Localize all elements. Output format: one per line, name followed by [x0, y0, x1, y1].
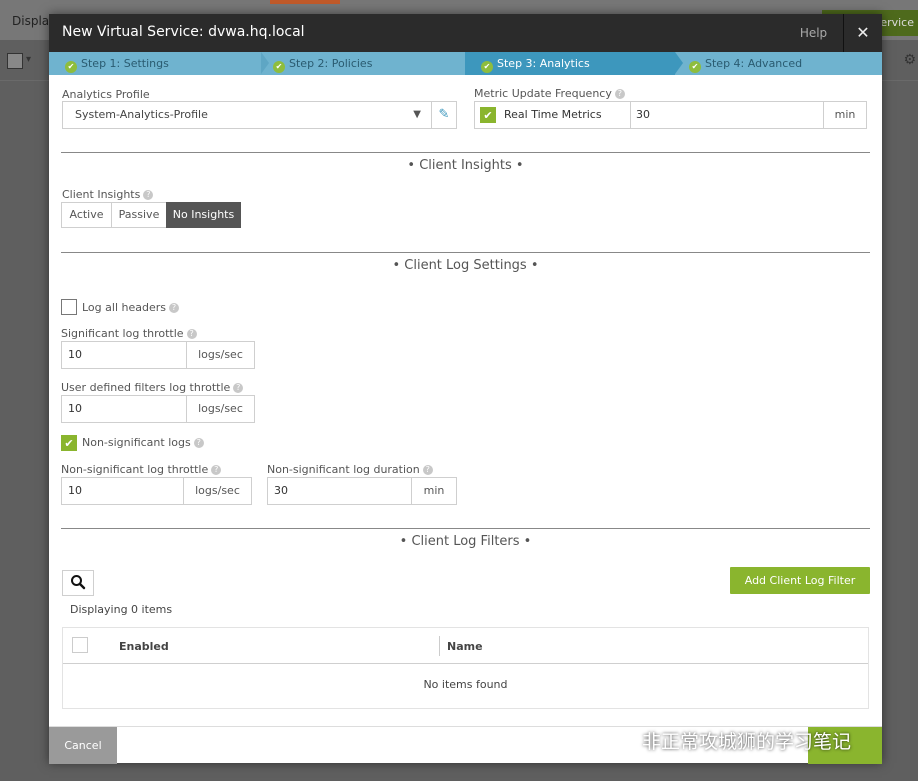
log-all-headers-text: Log all headers — [82, 301, 166, 314]
chevron-down-icon: ▾ — [26, 54, 32, 65]
wechat-icon — [614, 731, 638, 750]
udf-throttle-unit: logs/sec — [187, 395, 255, 423]
help-icon[interactable]: ? — [422, 465, 433, 475]
ns-duration-input[interactable]: 30 — [267, 477, 412, 505]
help-icon[interactable]: ? — [193, 438, 204, 448]
step-label: Step 4: Advanced — [705, 57, 803, 70]
ns-duration-text: Non-significant log duration — [267, 463, 420, 476]
watermark: 非正常攻城狮的学习笔记 — [614, 727, 851, 754]
checkmark-icon[interactable]: ✔ — [480, 107, 496, 123]
non-significant-logs-checkbox[interactable]: ✔ — [61, 435, 77, 451]
significant-throttle-unit: logs/sec — [187, 341, 255, 369]
client-log-filters-table: Enabled Name No items found — [62, 627, 869, 709]
metric-frequency-label: Metric Update Frequency? — [474, 87, 625, 100]
significant-throttle-text: Significant log throttle — [61, 327, 184, 340]
client-log-settings-section: • Client Log Settings • — [61, 252, 870, 282]
background-display-label: Displa — [12, 14, 50, 28]
step-advanced[interactable]: ✔ Step 4: Advanced — [683, 52, 882, 75]
insights-option-passive[interactable]: Passive — [111, 202, 167, 228]
background-accent — [270, 0, 340, 4]
step-label: Step 1: Settings — [81, 57, 169, 70]
non-significant-logs-label: Non-significant logs? — [82, 436, 204, 449]
analytics-profile-select[interactable]: System-Analytics-Profile ▼ — [62, 101, 432, 129]
client-insights-text: Client Insights — [62, 188, 141, 201]
watermark-text: 非正常攻城狮的学习笔记 — [642, 731, 852, 753]
analytics-profile-label: Analytics Profile — [62, 88, 150, 101]
ns-throttle-label: Non-significant log throttle? — [61, 463, 222, 476]
column-name[interactable]: Name — [447, 640, 483, 653]
search-button[interactable] — [62, 570, 94, 596]
column-divider — [439, 636, 440, 656]
analytics-profile-value: System-Analytics-Profile — [75, 108, 208, 121]
udf-throttle-text: User defined filters log throttle — [61, 381, 231, 394]
modal-title: New Virtual Service: dvwa.hq.local — [62, 24, 305, 40]
table-header: Enabled Name — [63, 628, 868, 664]
help-icon[interactable]: ? — [211, 465, 222, 475]
check-circle-icon: ✔ — [65, 61, 77, 73]
ns-duration-unit: min — [412, 477, 457, 505]
help-button[interactable]: Help — [784, 14, 844, 52]
client-insights-label: Client Insights? — [62, 188, 154, 201]
empty-state: No items found — [423, 678, 508, 691]
real-time-metrics-toggle[interactable]: ✔ Real Time Metrics — [474, 101, 631, 129]
significant-throttle-label: Significant log throttle? — [61, 327, 197, 340]
wizard-steps: ✔ Step 1: Settings ✔ Step 2: Policies ✔ Ste… — [49, 52, 882, 75]
modal-header: New Virtual Service: dvwa.hq.local Help … — [49, 14, 882, 52]
virtual-service-modal: New Virtual Service: dvwa.hq.local Help … — [49, 14, 882, 764]
ns-throttle-unit: logs/sec — [184, 477, 252, 505]
metric-frequency-unit: min — [824, 101, 867, 129]
check-circle-icon: ✔ — [273, 61, 285, 73]
search-icon — [71, 575, 86, 590]
step-settings[interactable]: ✔ Step 1: Settings — [49, 52, 261, 75]
select-all-checkbox[interactable] — [72, 637, 88, 653]
step-label: Step 2: Policies — [289, 57, 373, 70]
client-insights-section: • Client Insights • — [61, 152, 870, 182]
check-circle-icon: ✔ — [481, 61, 493, 73]
help-icon[interactable]: ? — [614, 89, 625, 99]
help-icon[interactable]: ? — [168, 303, 179, 313]
insights-option-no-insights[interactable]: No Insights — [166, 202, 241, 228]
log-all-headers-checkbox[interactable] — [61, 299, 77, 315]
section-title: • Client Log Settings • — [392, 258, 539, 273]
metric-frequency-text: Metric Update Frequency — [474, 87, 612, 100]
step-label: Step 3: Analytics — [497, 57, 590, 70]
insights-option-active[interactable]: Active — [61, 202, 112, 228]
ns-throttle-input[interactable]: 10 — [61, 477, 184, 505]
log-all-headers-label: Log all headers? — [82, 301, 179, 314]
section-title: • Client Insights • — [407, 158, 524, 173]
ns-duration-label: Non-significant log duration? — [267, 463, 433, 476]
column-enabled[interactable]: Enabled — [119, 640, 169, 653]
help-icon[interactable]: ? — [143, 190, 154, 200]
udf-throttle-input[interactable]: 10 — [61, 395, 187, 423]
client-log-filters-section: • Client Log Filters • — [61, 528, 870, 558]
step-analytics[interactable]: ✔ Step 3: Analytics — [465, 52, 675, 75]
gear-icon: ⚙ — [903, 52, 916, 68]
section-title: • Client Log Filters • — [399, 534, 532, 549]
step-policies[interactable]: ✔ Step 2: Policies — [269, 52, 465, 75]
significant-throttle-input[interactable]: 10 — [61, 341, 187, 369]
cancel-button[interactable]: Cancel — [49, 727, 117, 764]
close-icon[interactable]: ✕ — [844, 14, 882, 52]
background-checkbox — [7, 53, 23, 69]
non-significant-logs-text: Non-significant logs — [82, 436, 191, 449]
help-icon[interactable]: ? — [233, 383, 244, 393]
step-separator — [261, 52, 269, 74]
chevron-down-icon: ▼ — [413, 109, 421, 120]
step-separator — [675, 52, 683, 74]
add-client-log-filter-button[interactable]: Add Client Log Filter — [730, 567, 870, 594]
pencil-icon[interactable]: ✎ — [432, 101, 457, 129]
ns-throttle-text: Non-significant log throttle — [61, 463, 209, 476]
metric-frequency-input[interactable]: 30 — [630, 101, 824, 129]
real-time-metrics-label: Real Time Metrics — [504, 108, 602, 121]
udf-throttle-label: User defined filters log throttle? — [61, 381, 244, 394]
displaying-count: Displaying 0 items — [70, 603, 173, 616]
check-circle-icon: ✔ — [689, 61, 701, 73]
help-icon[interactable]: ? — [186, 329, 197, 339]
